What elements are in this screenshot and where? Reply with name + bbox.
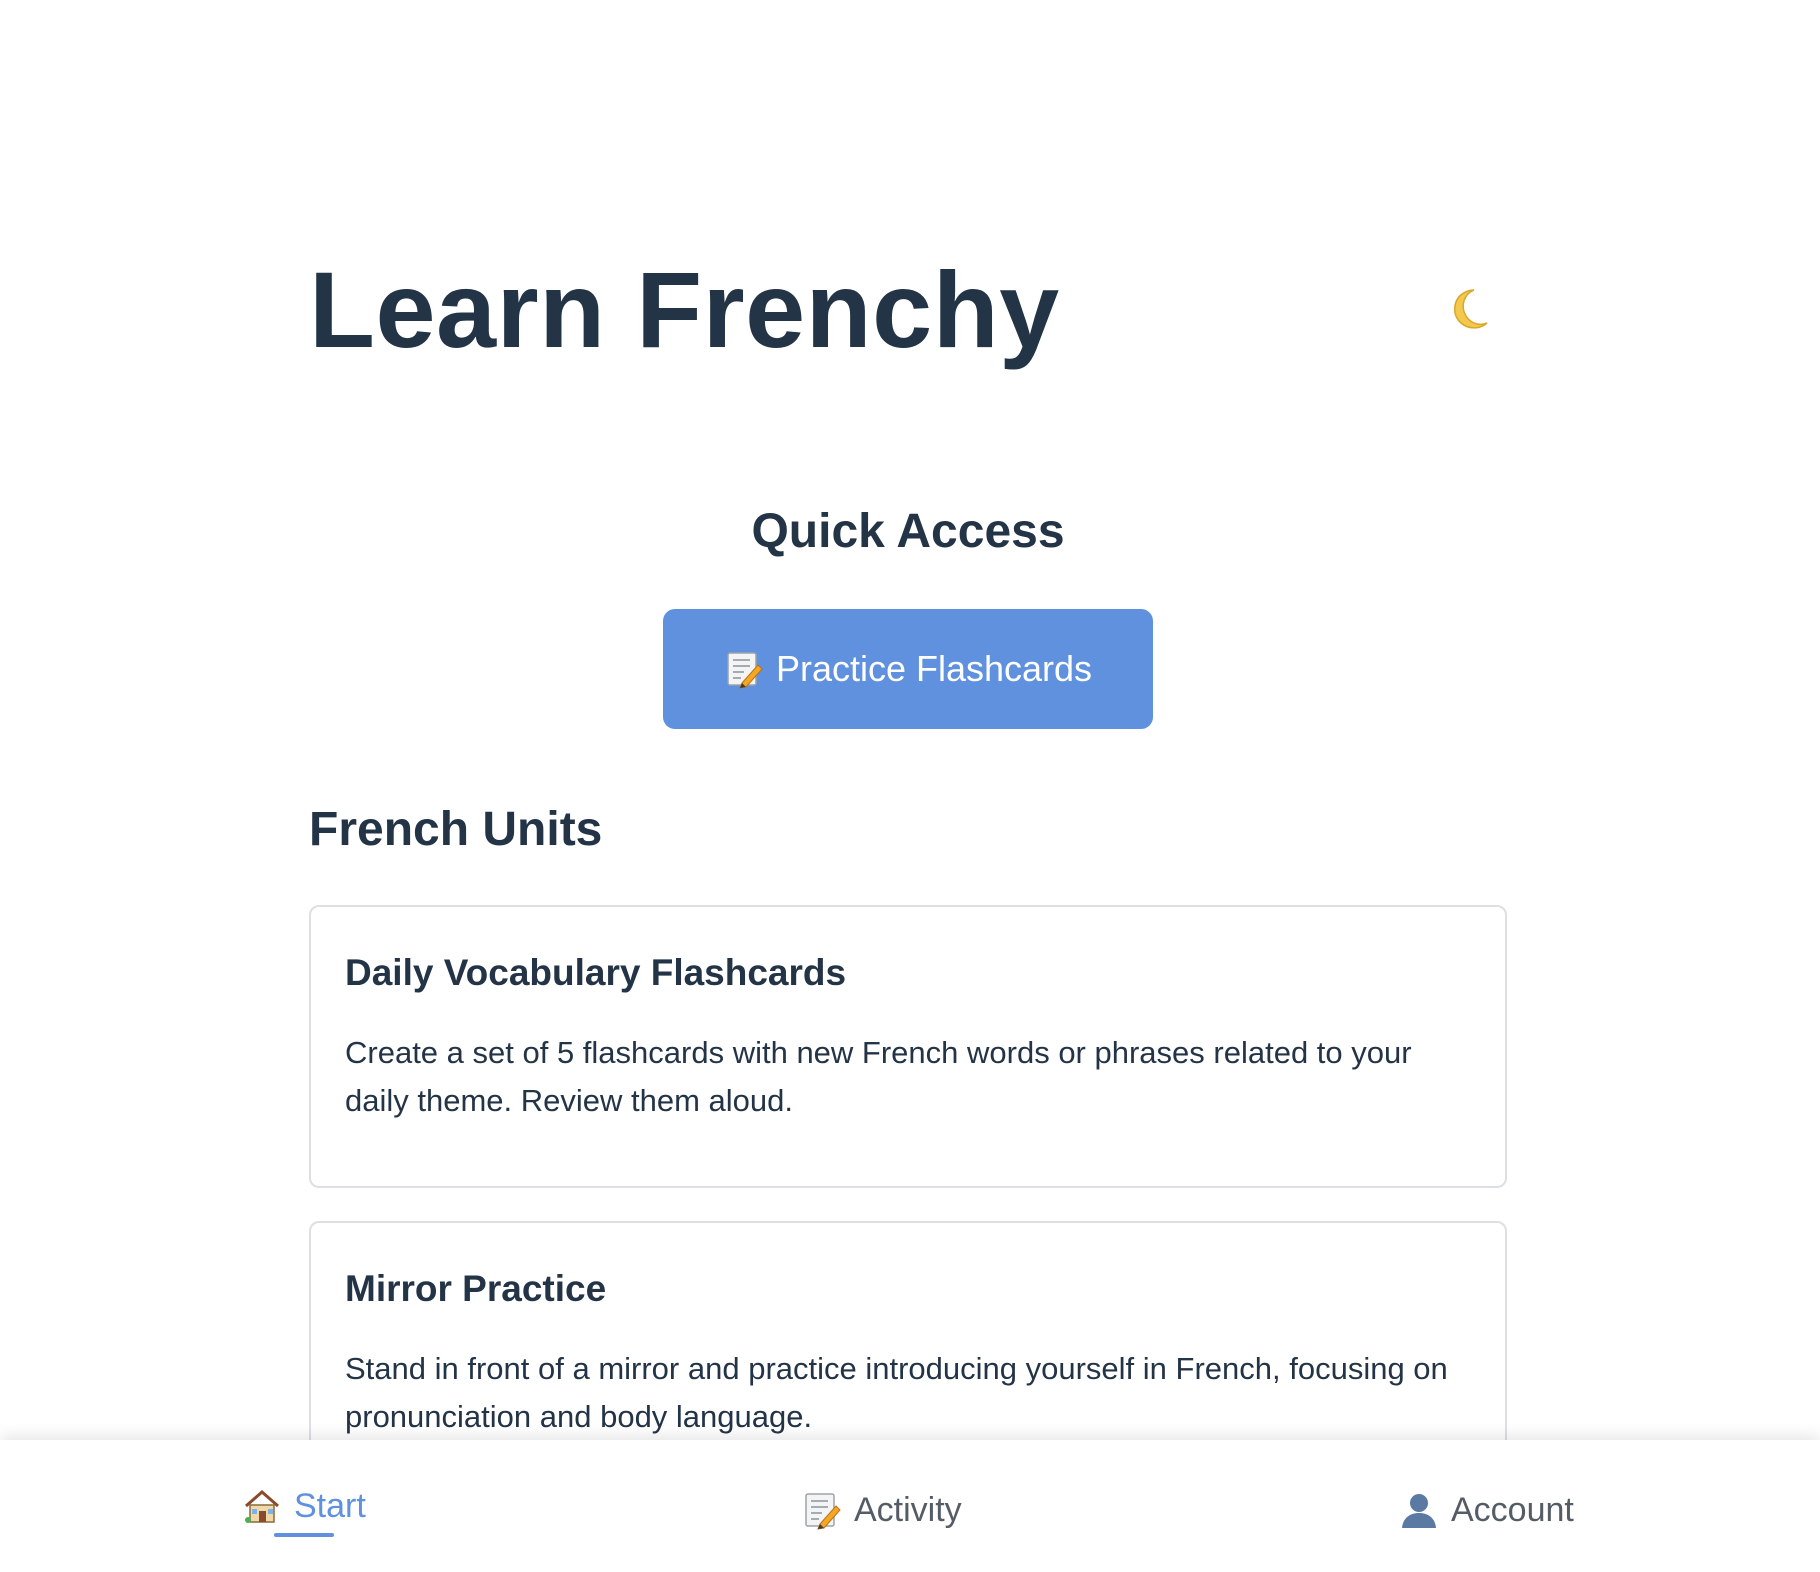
nav-item-account[interactable]: Account <box>1399 1444 1574 1572</box>
nav-label-start: Start <box>294 1486 366 1525</box>
unit-card-description: Create a set of 5 flashcards with new Fr… <box>345 1035 1412 1118</box>
unit-card-title: Daily Vocabulary Flashcards <box>345 952 847 993</box>
practice-flashcards-label: Practice Flashcards <box>775 648 1093 689</box>
theme-toggle-button[interactable] <box>1438 278 1498 338</box>
nav-item-start[interactable]: Start <box>242 1440 366 1572</box>
app-title: Learn Frenchy <box>309 249 1060 370</box>
french-units-title: French Units <box>309 803 603 856</box>
app-page: Learn Frenchy Quick Access Practice Flas <box>0 0 1820 1572</box>
quick-access-title: Quick Access <box>751 505 1065 558</box>
nav-label-account: Account <box>1451 1490 1574 1529</box>
unit-card-description: Stand in front of a mirror and practice … <box>345 1351 1448 1434</box>
memo-pencil-icon <box>802 1490 842 1530</box>
nav-item-activity[interactable]: Activity <box>802 1444 962 1572</box>
unit-card-title: Mirror Practice <box>345 1268 607 1309</box>
moon-icon <box>1454 289 1488 329</box>
practice-flashcards-button[interactable]: Practice Flashcards <box>663 609 1153 729</box>
unit-card[interactable]: Daily Vocabulary Flashcards Create a set… <box>309 905 1507 1188</box>
user-icon <box>1399 1490 1439 1530</box>
nav-label-activity: Activity <box>854 1490 962 1529</box>
active-tab-indicator <box>274 1533 334 1537</box>
memo-pencil-icon <box>724 649 764 689</box>
bottom-nav: Start Activity Account <box>0 1440 1820 1572</box>
house-icon <box>242 1486 282 1526</box>
